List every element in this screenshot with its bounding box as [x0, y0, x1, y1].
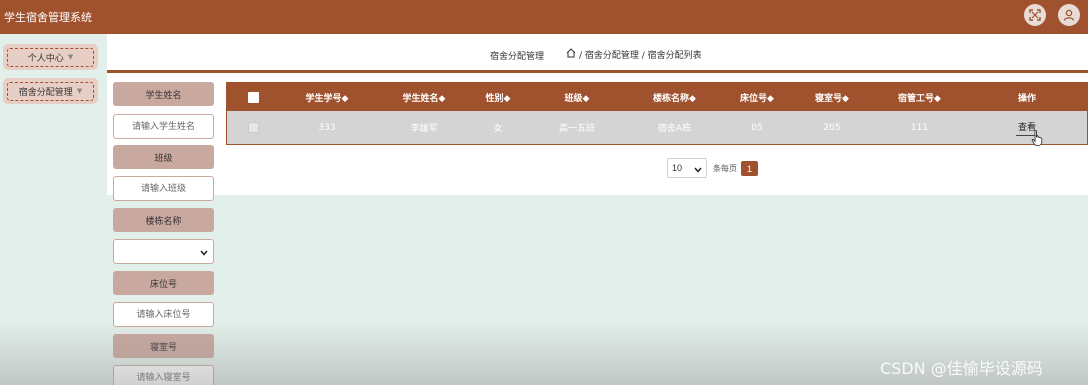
header-manager-id[interactable]: 宿管工号◆	[872, 83, 967, 111]
building-select[interactable]	[113, 239, 214, 264]
cell-bed: 05	[751, 122, 763, 133]
filter-label-building: 楼栋名称	[113, 208, 214, 232]
nav-label: 个人中心	[27, 53, 64, 64]
student-name-input[interactable]	[113, 114, 214, 139]
chevron-down-icon	[200, 248, 208, 259]
page-size-select[interactable]: 10	[667, 158, 707, 178]
header-bed[interactable]: 床位号◆	[722, 83, 792, 111]
header-gender[interactable]: 性别◆	[467, 83, 529, 111]
app-title: 学生宿舍管理系统	[4, 11, 92, 24]
header-actions: 操作	[1017, 93, 1036, 104]
user-menu-button[interactable]	[1058, 4, 1080, 26]
page-title: 宿舍分配管理	[490, 52, 545, 62]
nav-label: 宿舍分配管理	[18, 87, 73, 98]
breadcrumb: / 宿舍分配管理 / 宿舍分配列表	[566, 48, 702, 61]
header-student-name[interactable]: 学生姓名◆	[384, 83, 464, 111]
watermark: CSDN @佳愉毕设源码	[880, 359, 1043, 378]
cell-gender: 女	[493, 124, 503, 134]
filter-label-bed: 床位号	[113, 271, 214, 295]
fullscreen-icon	[1029, 9, 1041, 21]
caret-down-icon: ▼	[76, 87, 83, 95]
header-room[interactable]: 寝室号◆	[792, 83, 872, 111]
breadcrumb-bar: 宿舍分配管理 / 宿舍分配管理 / 宿舍分配列表	[107, 34, 1088, 73]
allocation-table: 学生学号◆ 学生姓名◆ 性别◆ 班级◆ 楼栋名称◆ 床位号◆ 寝室号◆ 宿管工号…	[226, 82, 1088, 145]
page-size-value: 10	[672, 163, 683, 173]
hand-cursor-icon	[1031, 130, 1043, 149]
class-input[interactable]	[113, 176, 214, 201]
table-header: 学生学号◆ 学生姓名◆ 性别◆ 班级◆ 楼栋名称◆ 床位号◆ 寝室号◆ 宿管工号…	[227, 83, 1087, 111]
user-icon	[1063, 9, 1075, 21]
select-all-checkbox[interactable]	[237, 83, 269, 111]
cell-student-name: 李雄军	[410, 124, 438, 134]
home-icon[interactable]	[566, 48, 576, 61]
filter-label-student-name: 学生姓名	[113, 82, 214, 106]
cell-student-id: 333	[318, 122, 336, 133]
breadcrumb-path: / 宿舍分配管理 / 宿舍分配列表	[579, 51, 702, 61]
bed-number-input[interactable]	[113, 302, 214, 327]
row-checkbox[interactable]	[237, 111, 269, 144]
top-bar: 学生宿舍管理系统	[0, 0, 1088, 34]
header-student-id[interactable]: 学生学号◆	[287, 83, 367, 111]
filter-label-room: 寝室号	[113, 334, 214, 358]
filter-label-class: 班级	[113, 145, 214, 169]
per-page-label: 条每页	[713, 164, 737, 173]
chevron-down-icon	[694, 165, 702, 175]
page-number-button[interactable]: 1	[741, 161, 758, 176]
table-row: 333 李雄军 女 高一五班 宿舍A栋 05 205 111 查看	[227, 111, 1087, 144]
cell-manager-id: 111	[910, 122, 929, 133]
header-building[interactable]: 楼栋名称◆	[627, 83, 722, 111]
fullscreen-button[interactable]	[1024, 4, 1046, 26]
nav-dorm-allocation[interactable]: 宿舍分配管理 ▼	[3, 78, 98, 104]
caret-down-icon: ▼	[67, 53, 74, 61]
header-class[interactable]: 班级◆	[532, 83, 622, 111]
cell-class: 高一五班	[558, 124, 595, 134]
cell-building: 宿舍A栋	[657, 124, 692, 134]
nav-personal-center[interactable]: 个人中心 ▼	[3, 44, 98, 70]
room-number-input[interactable]	[113, 365, 214, 385]
cell-room: 205	[823, 122, 841, 133]
